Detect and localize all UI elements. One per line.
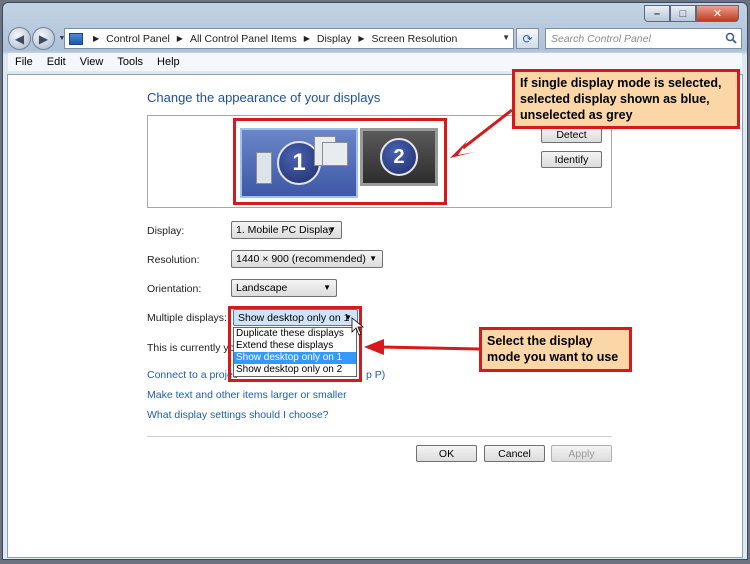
chevron-right-icon[interactable]: ▶ xyxy=(93,34,99,43)
cancel-button[interactable]: Cancel xyxy=(484,445,545,462)
address-bar[interactable]: ▶ Control Panel ▶ All Control Panel Item… xyxy=(64,28,514,49)
chevron-right-icon[interactable]: ▶ xyxy=(304,34,310,43)
chevron-down-icon: ▼ xyxy=(328,225,336,234)
projector-link[interactable]: Connect to a projec xyxy=(147,369,238,381)
monitor-highlight-box xyxy=(233,118,447,205)
annotation-callout-dropdown: Select the display mode you want to use xyxy=(479,327,632,372)
apply-button[interactable]: Apply xyxy=(551,445,612,462)
orientation-select[interactable]: Landscape ▼ xyxy=(231,279,337,297)
orientation-label: Orientation: xyxy=(147,283,202,295)
orientation-select-value: Landscape xyxy=(236,282,288,294)
refresh-button[interactable]: ⟳ xyxy=(516,28,539,49)
dropdown-highlight-box xyxy=(228,306,362,382)
projector-link-text[interactable]: Connect to a projec xyxy=(147,369,238,381)
minimize-button[interactable]: – xyxy=(644,5,670,22)
divider xyxy=(147,436,612,437)
page-title: Change the appearance of your displays xyxy=(147,90,381,105)
display-label: Display: xyxy=(147,225,185,237)
breadcrumb-screen-resolution[interactable]: Screen Resolution xyxy=(371,33,457,45)
projector-link-tail[interactable]: p P) xyxy=(366,369,385,381)
resolution-label: Resolution: xyxy=(147,254,200,266)
menu-edit[interactable]: Edit xyxy=(40,56,73,68)
breadcrumb-display[interactable]: Display xyxy=(317,33,351,45)
menu-tools[interactable]: Tools xyxy=(110,56,150,68)
settings-help-link[interactable]: What display settings should I choose? xyxy=(147,409,329,421)
text-size-link[interactable]: Make text and other items larger or smal… xyxy=(147,389,347,401)
menu-file[interactable]: File xyxy=(8,56,40,68)
breadcrumb-all-items[interactable]: All Control Panel Items xyxy=(190,33,297,45)
ok-button[interactable]: OK xyxy=(416,445,477,462)
search-icon[interactable] xyxy=(725,32,737,44)
resolution-select[interactable]: 1440 × 900 (recommended) ▼ xyxy=(231,250,383,268)
breadcrumb-control-panel[interactable]: Control Panel xyxy=(106,33,170,45)
chevron-down-icon: ▼ xyxy=(369,254,377,263)
display-select-value: 1. Mobile PC Display xyxy=(236,224,334,236)
search-placeholder: Search Control Panel xyxy=(551,32,651,45)
annotation-callout-monitors: If single display mode is selected, sele… xyxy=(512,69,740,129)
close-button[interactable]: ✕ xyxy=(696,5,739,22)
menu-help[interactable]: Help xyxy=(150,56,187,68)
chevron-down-icon[interactable]: ▼ xyxy=(502,33,510,42)
control-panel-icon xyxy=(69,32,83,45)
resolution-select-value: 1440 × 900 (recommended) xyxy=(236,253,366,265)
back-button[interactable]: ◀ xyxy=(8,27,31,50)
nav-buttons: ◀ ▶ ▼ xyxy=(8,27,68,50)
chevron-right-icon[interactable]: ▶ xyxy=(358,34,364,43)
menu-view[interactable]: View xyxy=(73,56,111,68)
maximize-button[interactable]: □ xyxy=(670,5,696,22)
multiple-displays-label: Multiple displays: xyxy=(147,312,227,324)
search-input[interactable]: Search Control Panel xyxy=(545,28,742,49)
forward-button[interactable]: ▶ xyxy=(32,27,55,50)
display-select[interactable]: 1. Mobile PC Display ▼ xyxy=(231,221,342,239)
chevron-down-icon: ▼ xyxy=(323,283,331,292)
caption-buttons: – □ ✕ xyxy=(644,5,739,23)
status-text: This is currently you xyxy=(147,342,241,354)
identify-button[interactable]: Identify xyxy=(541,151,602,168)
chevron-right-icon[interactable]: ▶ xyxy=(177,34,183,43)
